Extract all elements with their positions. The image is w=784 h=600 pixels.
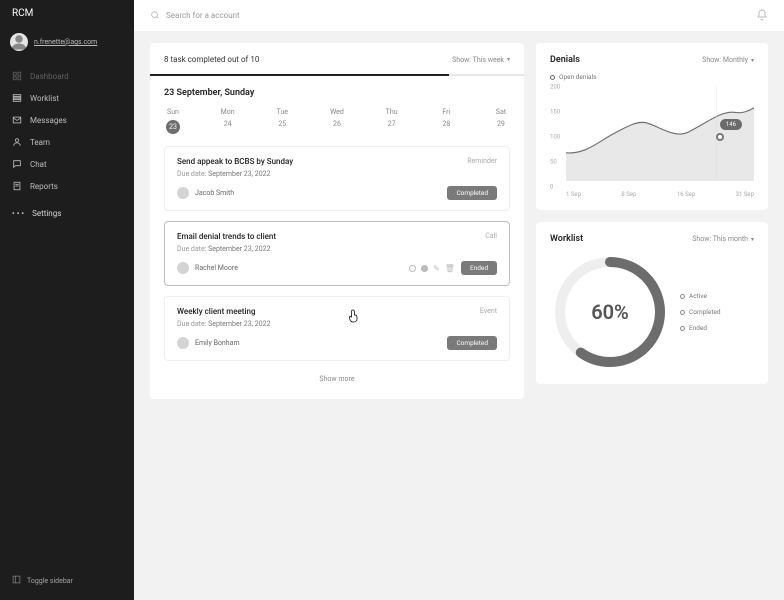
worklist-donut: 60% xyxy=(550,252,670,372)
tasks-date-heading: 23 September, Sunday xyxy=(164,88,510,98)
day-25[interactable]: 25 xyxy=(273,120,291,134)
days-row: 23 24 25 26 27 28 29 xyxy=(164,120,510,134)
chevron-down-icon: ▾ xyxy=(751,236,754,243)
chart-callout: 146 xyxy=(720,119,742,130)
worklist-filter[interactable]: Show: This month ▾ xyxy=(692,235,754,243)
task-due: Due date: September 23, 2022 xyxy=(177,320,497,328)
sidebar-item-messages[interactable]: Messages xyxy=(0,109,134,131)
search-input[interactable]: Search for a account xyxy=(150,10,240,22)
task-assignee: Emily Bonham xyxy=(177,337,240,349)
avatar xyxy=(177,337,189,349)
tasks-filter[interactable]: Show: This week ▾ xyxy=(452,56,510,64)
denials-title: Denials xyxy=(550,55,580,65)
delete-icon[interactable]: 🗑 xyxy=(445,264,455,273)
denials-filter[interactable]: Show: Monthly ▾ xyxy=(702,56,754,64)
task-status-button[interactable]: Completed xyxy=(447,186,497,200)
weekday-row: SunMonTueWedThuFriSat xyxy=(164,108,510,116)
task-status-button[interactable]: Completed xyxy=(447,336,497,350)
profile-email[interactable]: n.frenette@ags.com xyxy=(34,38,97,46)
task-status-button[interactable]: Ended xyxy=(461,261,497,275)
task-item[interactable]: ReminderSend appeak to BCBS by Sunday Due… xyxy=(164,146,510,211)
day-26[interactable]: 26 xyxy=(328,120,346,134)
avatar xyxy=(10,33,28,51)
day-27[interactable]: 27 xyxy=(383,120,401,134)
topbar: Search for a account xyxy=(134,0,784,31)
worklist-legend: Active Completed Ended xyxy=(680,292,721,332)
sidebar-item-chat[interactable]: Chat xyxy=(0,153,134,175)
worklist-title: Worklist xyxy=(550,234,583,244)
denials-xticks: 1 Sep 8 Sep 16 Sep 31 Sep xyxy=(566,191,754,198)
user-icon xyxy=(12,137,22,147)
worklist-percent: 60% xyxy=(550,252,670,372)
search-icon xyxy=(150,10,160,22)
task-item[interactable]: EventWeekly client meeting Due date: Sept… xyxy=(164,296,510,361)
collapse-icon xyxy=(12,575,21,586)
sidebar-item-worklist[interactable]: Worklist xyxy=(0,87,134,109)
sidebar-item-reports[interactable]: Reports xyxy=(0,175,134,197)
more-icon: ••• xyxy=(12,209,26,218)
chat-icon xyxy=(12,159,22,169)
doc-icon xyxy=(12,181,22,191)
denials-card: Denials Show: Monthly ▾ Open denials 200… xyxy=(536,43,768,210)
grid-icon xyxy=(12,71,22,81)
task-title: Send appeak to BCBS by Sunday xyxy=(177,157,497,166)
task-item[interactable]: CallEmail denial trends to client Due dat… xyxy=(164,221,510,286)
day-29[interactable]: 29 xyxy=(492,120,510,134)
brand-title: RCM xyxy=(0,8,134,27)
chevron-down-icon: ▾ xyxy=(751,57,754,64)
tasks-card: 8 task completed out of 10 Show: This we… xyxy=(150,43,524,399)
chevron-down-icon: ▾ xyxy=(507,56,510,63)
avatar xyxy=(177,262,189,274)
sidebar-item-team[interactable]: Team xyxy=(0,131,134,153)
day-24[interactable]: 24 xyxy=(219,120,237,134)
task-title: Weekly client meeting xyxy=(177,307,497,316)
tasks-summary: 8 task completed out of 10 xyxy=(164,55,259,64)
list-icon xyxy=(12,93,22,103)
sidebar-item-settings[interactable]: ••• Settings xyxy=(0,201,134,226)
sidebar-item-dashboard[interactable]: Dashboard xyxy=(0,65,134,87)
day-23[interactable]: 23 xyxy=(164,120,182,134)
show-more-button[interactable]: Show more xyxy=(164,371,510,387)
task-actions: ✎🗑 xyxy=(409,264,455,273)
radio-icon[interactable] xyxy=(409,265,416,272)
task-tag: Event xyxy=(480,307,497,315)
avatar xyxy=(177,187,189,199)
task-due: Due date: September 23, 2022 xyxy=(177,245,497,253)
task-assignee: Jacob Smith xyxy=(177,187,234,199)
tasks-progress xyxy=(150,74,524,76)
nav: DashboardWorklistMessagesTeamChatReports xyxy=(0,65,134,197)
chart-pointer xyxy=(716,133,724,141)
radio-icon[interactable] xyxy=(421,265,428,272)
task-assignee: Rachel Moore xyxy=(177,262,238,274)
toggle-label: Toggle sidebar xyxy=(27,577,73,585)
worklist-card: Worklist Show: This month ▾ 60% xyxy=(536,222,768,384)
task-title: Email denial trends to client xyxy=(177,232,497,241)
notifications-button[interactable] xyxy=(756,6,768,25)
edit-icon[interactable]: ✎ xyxy=(433,264,440,273)
toggle-sidebar[interactable]: Toggle sidebar xyxy=(0,567,134,594)
day-28[interactable]: 28 xyxy=(437,120,455,134)
task-tag: Call xyxy=(485,232,497,240)
task-tag: Reminder xyxy=(467,157,497,165)
task-due: Due date: September 23, 2022 xyxy=(177,170,497,178)
search-placeholder: Search for a account xyxy=(166,11,240,20)
profile-block[interactable]: n.frenette@ags.com xyxy=(0,27,134,61)
sidebar: RCM n.frenette@ags.com DashboardWorklist… xyxy=(0,0,134,600)
mail-icon xyxy=(12,115,22,125)
settings-label: Settings xyxy=(32,209,61,218)
denials-chart: 200 150 100 50 0 146 xyxy=(566,87,754,187)
denials-legend: Open denials xyxy=(550,73,754,81)
